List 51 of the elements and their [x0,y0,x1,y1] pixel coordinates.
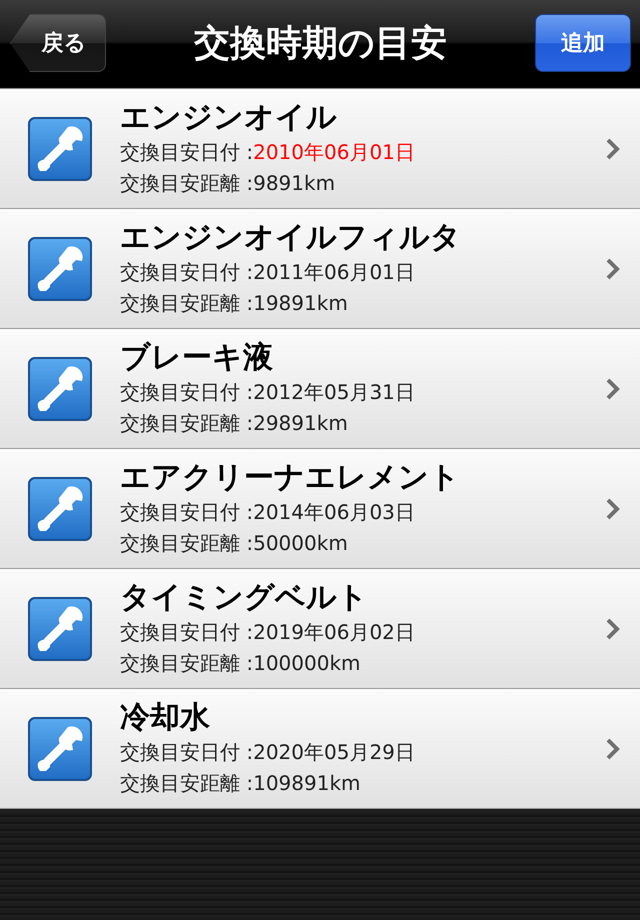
distance-value: 19891km [253,290,348,316]
item-name: 冷却水 [120,700,211,736]
date-value: 2012年05月31日 [253,378,415,406]
date-value: 2020年05月29日 [253,738,415,766]
distance-label: 交換目安距離 : [120,170,254,196]
distance-value: 9891km [253,170,336,196]
add-button[interactable]: 追加 [535,14,631,72]
date-value: 2019年06月02日 [253,618,415,646]
wrench-icon [28,356,92,420]
distance-label: 交換目安距離 : [120,530,254,556]
chevron-icon [606,258,620,280]
list-item[interactable]: タイミングベルト 交換目安日付 :2019年06月02日 交換目安距離 :100000km [0,569,640,689]
distance-label: 交換目安距離 : [120,410,254,436]
wrench-icon [28,116,92,180]
distance-label: 交換目安距離 : [120,650,254,676]
distance-label: 交換目安距離 : [120,770,254,796]
wrench-icon [28,596,92,660]
distance-value: 109891km [253,770,361,796]
date-value: 2014年06月03日 [253,498,415,526]
back-button[interactable]: 戻る [10,14,106,72]
date-value: 2010年06月01日 [253,138,415,166]
chevron-icon [606,618,620,640]
list-item[interactable]: エアクリーナエレメント 交換目安日付 :2014年06月03日 交換目安距離 :50000km [0,449,640,569]
date-label: 交換目安日付 : [120,258,254,286]
list-item[interactable]: エンジンオイル 交換目安日付 :2010年06月01日 交換目安距離 :9891km [0,89,640,209]
date-label: 交換目安日付 : [120,138,254,166]
list-item[interactable]: エンジンオイルフィルタ 交換目安日付 :2011年06月01日 交換目安距離 :19891km [0,209,640,329]
item-name: エンジンオイルフィルタ [120,220,462,256]
list-item[interactable]: 冷却水 交換目安日付 :2020年05月29日 交換目安距離 :109891km [0,689,640,809]
distance-value: 29891km [253,410,348,436]
date-label: 交換目安日付 : [120,738,254,766]
distance-value: 50000km [253,530,348,556]
wrench-icon [28,716,92,780]
date-label: 交換目安日付 : [120,618,254,646]
item-name: タイミングベルト [120,580,369,616]
distance-label: 交換目安距離 : [120,290,254,316]
date-label: 交換目安日付 : [120,498,254,526]
item-name: エンジンオイル [120,100,338,136]
date-label: 交換目安日付 : [120,378,254,406]
chevron-icon [606,498,620,520]
screen-title: 交換時期の目安 [194,22,447,66]
wrench-icon [28,476,92,540]
list-item[interactable]: ブレーキ液 交換目安日付 :2012年05月31日 交換目安距離 :29891km [0,329,640,449]
chevron-icon [606,378,620,400]
chevron-icon [606,138,620,160]
distance-value: 100000km [253,650,361,676]
item-name: ブレーキ液 [120,340,274,376]
date-value: 2011年06月01日 [253,258,415,286]
item-name: エアクリーナエレメント [120,460,461,496]
chevron-icon [606,738,620,760]
wrench-icon [28,236,92,300]
